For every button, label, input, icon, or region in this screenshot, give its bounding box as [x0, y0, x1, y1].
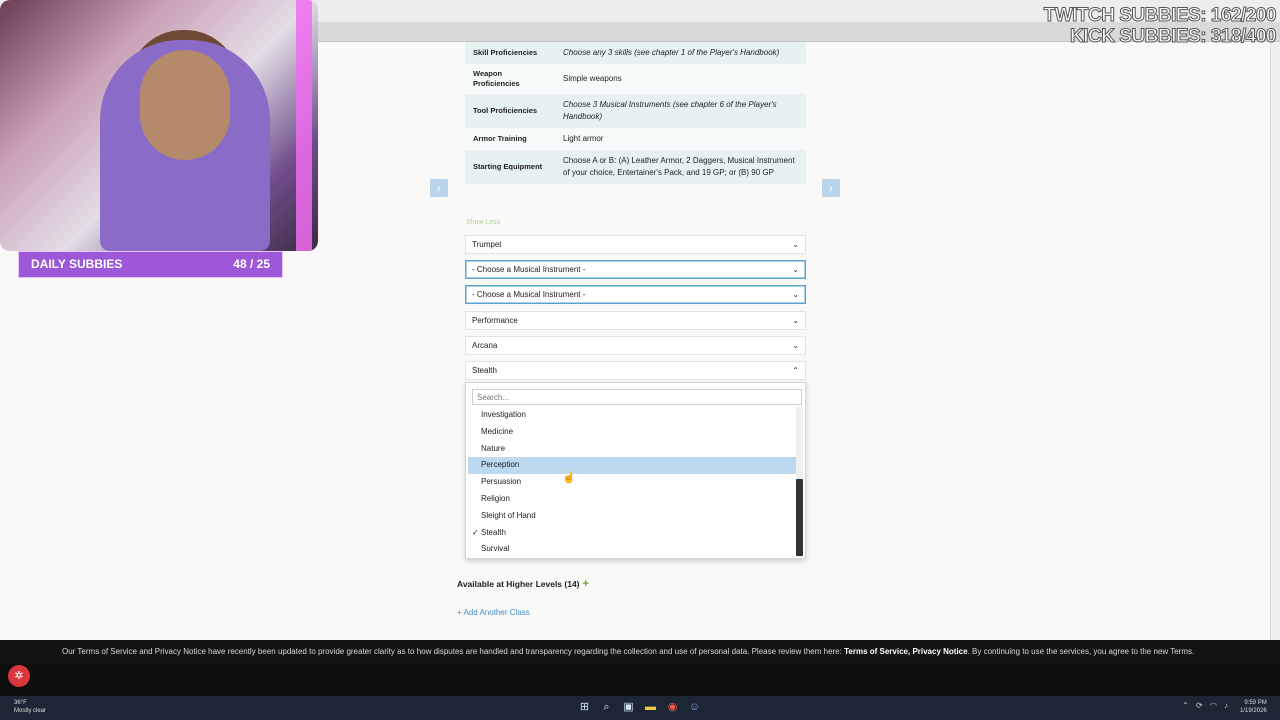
table-value: Choose any 3 skills (see chapter 1 of th… [563, 48, 780, 57]
weather-widget[interactable]: 36°F Mostly clear [14, 699, 46, 715]
skill-select-1[interactable]: Performance ⌄ [465, 311, 806, 330]
footer-band [0, 664, 1280, 696]
select-value: Performance [472, 316, 518, 325]
streamer-face [140, 50, 230, 160]
taskbar-clock[interactable]: 9:59 PM 1/19/2026 [1240, 699, 1267, 715]
table-value: Simple weapons [563, 74, 622, 83]
neon-light [296, 0, 312, 251]
chrome-icon[interactable]: ◉ [665, 700, 680, 715]
plus-icon: + [582, 578, 589, 590]
file-explorer-icon[interactable]: ▬ [643, 700, 658, 715]
show-less-link[interactable]: Show Less [466, 219, 500, 226]
instrument-select-1[interactable]: Trumpet ⌄ [465, 235, 806, 254]
twitch-subbies: TWITCH SUBBIES: 162/200 [1043, 5, 1277, 27]
chevron-down-icon: ⌄ [792, 290, 799, 299]
hand-cursor-icon: ☝ [562, 472, 576, 484]
select-value: Arcana [472, 341, 498, 350]
select-value: - Choose a Musical Instrument - [472, 290, 586, 299]
dropdown-scrollbar-thumb[interactable] [796, 479, 803, 556]
skill-dropdown-menu: Investigation Medicine Nature Perception… [465, 382, 806, 559]
instrument-select-3[interactable]: - Choose a Musical Instrument - ⌄ [465, 285, 806, 304]
chevron-down-icon: ⌄ [792, 240, 799, 249]
terms-text: Our Terms of Service and Privacy Notice … [62, 647, 842, 656]
table-row: Armor Training Light armor [465, 128, 806, 150]
daily-subbies-count: 48 / 25 [233, 257, 270, 271]
next-arrow-icon[interactable]: › [822, 179, 840, 197]
add-another-class-link[interactable]: + Add Another Class [457, 608, 530, 617]
windows-start-icon[interactable]: ⊞ [577, 700, 592, 715]
checkmark-icon: ✓ [472, 527, 479, 537]
clock-date: 1/19/2026 [1240, 708, 1267, 714]
instrument-select-2[interactable]: - Choose a Musical Instrument - ⌄ [465, 260, 806, 279]
skill-select-2[interactable]: Arcana ⌄ [465, 336, 806, 355]
privacy-notice-link[interactable]: Privacy Notice [912, 647, 967, 656]
dropdown-option-highlighted[interactable]: Perception [468, 457, 796, 475]
weather-desc: Mostly clear [14, 708, 47, 714]
webcam-overlay [0, 0, 318, 251]
table-value: Light armor [563, 134, 604, 143]
dropdown-option[interactable]: Persuasion [468, 474, 796, 491]
option-label: Stealth [481, 527, 506, 537]
page-scrollbar[interactable] [1270, 42, 1280, 640]
windows-taskbar: 36°F Mostly clear ⊞ ⌕ ▣ ▬ ◉ ☺ ⌃ ⟳ ◠ ♪ 9:… [0, 696, 1280, 720]
search-icon[interactable]: ⌕ [599, 700, 614, 715]
table-value: Choose A or B: (A) Leather Armor, 2 Dagg… [563, 156, 795, 177]
kick-subbies: KICK SUBBIES: 318/400 [1070, 26, 1277, 48]
dropdown-option-selected[interactable]: ✓ Stealth [468, 525, 796, 542]
task-view-icon[interactable]: ▣ [621, 700, 636, 715]
chevron-down-icon: ⌄ [792, 265, 799, 274]
chevron-up-icon: ⌃ [792, 366, 799, 375]
prev-arrow-icon[interactable]: ‹ [430, 179, 448, 197]
class-proficiency-table: Skill Proficiencies Choose any 3 skills … [465, 42, 806, 184]
terms-suffix: . By continuing to use the services, you… [967, 647, 1195, 656]
volume-icon[interactable]: ♪ [1224, 701, 1228, 710]
table-key: Tool Proficiencies [473, 106, 538, 115]
dropdown-option[interactable]: Medicine [468, 424, 796, 441]
daily-subbies-bar: DAILY SUBBIES 48 / 25 [18, 251, 283, 278]
chevron-down-icon: ⌄ [792, 341, 799, 350]
terms-banner: Our Terms of Service and Privacy Notice … [0, 640, 1280, 664]
dnd-beyond-logo-icon[interactable]: ✲ [8, 665, 30, 687]
table-key: Armor Training [473, 134, 527, 143]
table-key: Weapon Proficiencies [473, 69, 520, 88]
select-value: Trumpet [472, 240, 502, 249]
table-key: Skill Proficiencies [473, 48, 538, 57]
table-row: Starting Equipment Choose A or B: (A) Le… [465, 150, 806, 184]
select-value: - Choose a Musical Instrument - [472, 265, 586, 274]
dropdown-option[interactable]: Nature [468, 441, 796, 458]
select-value: Stealth [472, 366, 497, 375]
discord-icon[interactable]: ☺ [687, 700, 702, 715]
daily-subbies-label: DAILY SUBBIES [31, 257, 123, 271]
higher-levels-label: Available at Higher Levels (14) [457, 579, 580, 589]
dropdown-options: Investigation Medicine Nature Perception… [468, 407, 796, 558]
dropdown-search-input[interactable] [472, 389, 802, 405]
tray-chevron-icon[interactable]: ⌃ [1182, 701, 1189, 710]
higher-levels-toggle[interactable]: Available at Higher Levels (14) + [457, 578, 589, 590]
dropdown-option[interactable]: Survival [468, 541, 796, 558]
table-row: Weapon Proficiencies Simple weapons [465, 64, 806, 94]
table-key: Starting Equipment [473, 162, 543, 171]
dropdown-option[interactable]: Religion [468, 491, 796, 508]
table-row: Tool Proficiencies Choose 3 Musical Inst… [465, 94, 806, 128]
dropdown-option[interactable]: Investigation [468, 407, 796, 424]
wifi-icon[interactable]: ◠ [1210, 701, 1217, 710]
table-row: Skill Proficiencies Choose any 3 skills … [465, 42, 806, 64]
terms-of-service-link[interactable]: Terms of Service, [844, 647, 910, 656]
dropdown-option[interactable]: Sleight of Hand [468, 508, 796, 525]
network-icon[interactable]: ⟳ [1196, 701, 1203, 710]
table-value: Choose 3 Musical Instruments (see chapte… [563, 100, 777, 121]
chevron-down-icon: ⌄ [792, 316, 799, 325]
skill-select-3[interactable]: Stealth ⌃ [465, 361, 806, 380]
clock-time: 9:59 PM [1244, 700, 1267, 706]
weather-temp: 36°F [14, 700, 27, 706]
subbies-counter-overlay: TWITCH SUBBIES: 162/200 KICK SUBBIES: 31… [1043, 5, 1277, 48]
